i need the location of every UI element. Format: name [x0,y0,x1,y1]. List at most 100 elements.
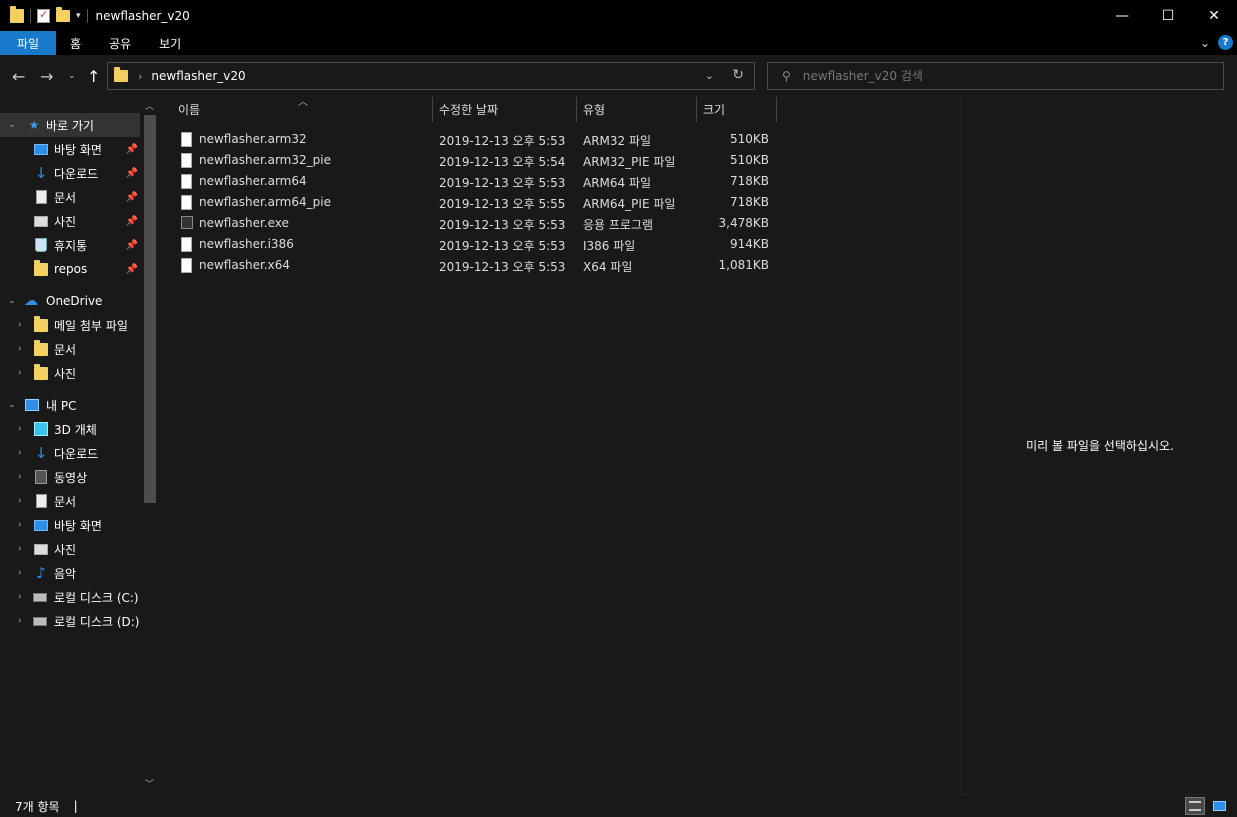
chevron-right-icon[interactable]: › [18,448,22,458]
breadcrumb-chevron-icon[interactable]: › [138,70,142,83]
column-header-type[interactable]: 유형 [583,97,605,122]
chevron-down-icon[interactable]: ⌄ [8,296,16,306]
sidebar-item-repos[interactable]: repos 📌 [0,257,140,281]
breadcrumb[interactable]: newflasher_v20 [151,69,245,83]
sidebar-item-downloads[interactable]: ↓ 다운로드 📌 [0,161,140,185]
scroll-up-icon[interactable]: ︿ [145,99,154,112]
tab-file[interactable]: 파일 [0,31,56,55]
table-row[interactable]: newflasher.x64 2019-12-13 오후 5:53 X64 파일… [176,255,776,276]
sidebar-item-label: OneDrive [46,294,103,308]
sidebar-item-pc-downloads[interactable]: › ↓ 다운로드 [0,441,140,465]
chevron-right-icon[interactable]: › [18,496,22,506]
recent-locations-chevron-icon[interactable]: ⌄ [68,71,76,81]
chevron-down-icon[interactable]: ⌄ [8,120,16,130]
details-view-button[interactable] [1185,797,1205,815]
chevron-down-icon[interactable]: ⌄ [8,400,16,410]
column-divider[interactable] [432,97,433,122]
sidebar-item-videos[interactable]: › 동영상 [0,465,140,489]
chevron-right-icon[interactable]: › [18,424,22,434]
file-icon [181,153,192,168]
chevron-right-icon[interactable]: › [18,368,22,378]
sidebar-item-pc-pictures[interactable]: › 사진 [0,537,140,561]
new-folder-icon[interactable] [56,6,70,22]
large-icons-view-button[interactable] [1209,797,1229,815]
chevron-right-icon[interactable]: › [18,544,22,554]
chevron-right-icon[interactable]: › [18,320,22,330]
properties-icon[interactable] [37,8,50,23]
sidebar-item-music[interactable]: › ♪ 음악 [0,561,140,585]
column-divider[interactable] [696,97,697,122]
document-icon [34,494,48,508]
chevron-right-icon[interactable]: › [18,592,22,602]
address-row: ← → ⌄ ↑ › newflasher_v20 ⌄ ↻ ⚲ [0,55,1237,97]
minimize-button[interactable]: — [1099,0,1145,31]
table-row[interactable]: newflasher.arm32_pie 2019-12-13 오후 5:54 … [176,150,776,171]
tab-view[interactable]: 보기 [145,31,195,55]
column-divider[interactable] [776,97,777,122]
scroll-down-icon[interactable]: ﹀ [145,777,154,790]
close-button[interactable]: ✕ [1191,0,1237,31]
sidebar-item-label: 바탕 화면 [54,142,102,157]
sidebar-item-pc-desktop[interactable]: › 바탕 화면 [0,513,140,537]
pin-icon: 📌 [125,239,138,251]
chevron-right-icon[interactable]: › [18,472,22,482]
sidebar-item-pictures[interactable]: 사진 📌 [0,209,140,233]
pictures-icon [34,214,48,228]
table-row[interactable]: newflasher.i386 2019-12-13 오후 5:53 I386 … [176,234,776,255]
back-arrow-icon[interactable]: ← [12,67,25,86]
address-bar[interactable]: › newflasher_v20 ⌄ ↻ [107,62,755,90]
sidebar-item-mail-attachments[interactable]: › 메일 첨부 파일 [0,313,140,337]
sidebar-item-onedrive-documents[interactable]: › 문서 [0,337,140,361]
sidebar-item-desktop[interactable]: 바탕 화면 📌 [0,137,140,161]
sidebar-item-local-disk-d[interactable]: › 로컬 디스크 (D:) [0,609,140,633]
search-box[interactable]: ⚲ [767,62,1224,90]
file-modified: 2019-12-13 오후 5:53 [439,239,566,253]
table-row[interactable]: newflasher.arm32 2019-12-13 오후 5:53 ARM3… [176,129,776,150]
sidebar-item-pc-documents[interactable]: › 문서 [0,489,140,513]
table-row[interactable]: newflasher.arm64_pie 2019-12-13 오후 5:55 … [176,192,776,213]
sidebar-item-this-pc[interactable]: ⌄ 내 PC [0,393,140,417]
sidebar-scroll-thumb[interactable] [144,115,156,503]
tab-home[interactable]: 홈 [56,31,95,55]
sidebar-item-onedrive[interactable]: ⌄ ☁ OneDrive [0,289,140,313]
chevron-right-icon[interactable]: › [18,520,22,530]
help-icon[interactable]: ? [1218,35,1233,50]
tab-share[interactable]: 공유 [95,31,145,55]
refresh-icon[interactable]: ↻ [732,67,744,83]
sidebar-item-label: 휴지통 [54,238,88,253]
window-title: newflasher_v20 [95,8,190,23]
file-size: 510KB [729,153,769,167]
search-input[interactable] [802,69,1203,83]
sidebar-item-onedrive-pictures[interactable]: › 사진 [0,361,140,385]
sidebar-item-local-disk-c[interactable]: › 로컬 디스크 (C:) [0,585,140,609]
file-icon [181,132,192,147]
forward-arrow-icon[interactable]: → [40,67,53,86]
sidebar-item-documents[interactable]: 문서 📌 [0,185,140,209]
column-header-name[interactable]: 이름 [178,97,200,122]
file-size: 718KB [729,174,769,188]
chevron-right-icon[interactable]: › [18,568,22,578]
column-divider[interactable] [576,97,577,122]
ribbon-tabs: 파일 홈 공유 보기 ⌄ ? [0,31,1237,55]
expand-ribbon-icon[interactable]: ⌄ [1200,36,1210,50]
drive-icon [33,590,47,604]
chevron-right-icon[interactable]: › [18,344,22,354]
status-bar: 7개 항목 | [0,794,1237,817]
column-header-size[interactable]: 크기 [703,97,725,122]
pin-icon: 📌 [125,167,138,179]
chevron-right-icon[interactable]: › [18,616,22,626]
pin-icon: 📌 [125,143,138,155]
sidebar-item-quick-access[interactable]: ⌄ ★ 바로 가기 [0,113,140,137]
column-header-modified[interactable]: 수정한 날짜 [439,97,498,122]
customize-toolbar-icon[interactable]: ▾ [76,11,81,21]
sidebar-item-3d-objects[interactable]: › 3D 개체 [0,417,140,441]
sidebar-item-label: 로컬 디스크 (C:) [54,590,139,605]
up-arrow-icon[interactable]: ↑ [87,67,100,86]
maximize-button[interactable]: ☐ [1145,0,1191,31]
address-dropdown-icon[interactable]: ⌄ [705,69,714,82]
table-row[interactable]: newflasher.arm64 2019-12-13 오후 5:53 ARM6… [176,171,776,192]
sidebar-item-recycle-bin[interactable]: 휴지통 📌 [0,233,140,257]
table-row[interactable]: newflasher.exe 2019-12-13 오후 5:53 응용 프로그… [176,213,776,234]
file-size: 1,081KB [718,258,769,272]
file-size: 914KB [729,237,769,251]
